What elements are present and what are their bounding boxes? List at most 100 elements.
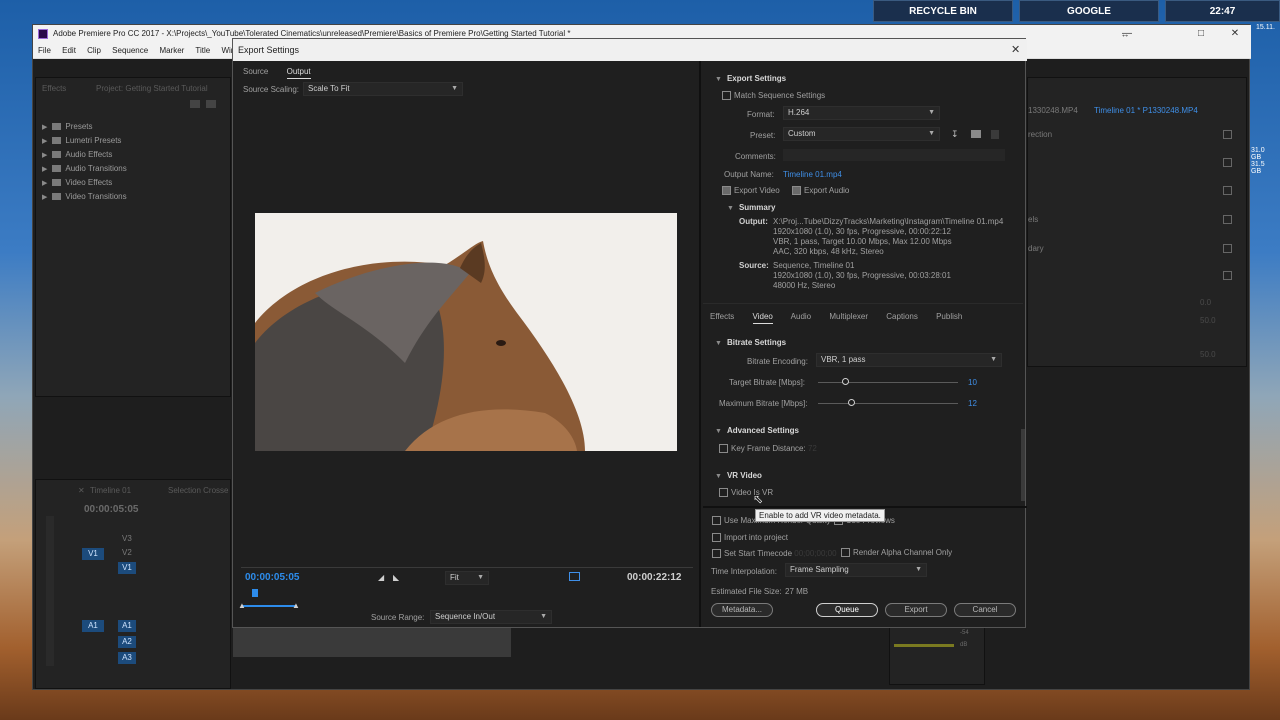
save-preset-icon[interactable]: ↧ <box>951 129 959 140</box>
track-v3[interactable]: V3 <box>122 534 132 543</box>
key-frame-checkbox[interactable] <box>719 444 728 454</box>
project-tab[interactable]: Project: Getting Started Tutorial <box>96 84 208 93</box>
bitrate-settings-header[interactable]: ▼ Bitrate Settings <box>715 338 786 347</box>
tree-item-video-transitions[interactable]: ▶ Video Transitions <box>42 190 127 204</box>
render-alpha-setting[interactable]: Render Alpha Channel Only <box>841 548 952 558</box>
tree-item-audio-transitions[interactable]: ▶ Audio Transitions <box>42 162 127 176</box>
menu-marker[interactable]: Marker <box>159 46 184 55</box>
dialog-close-icon[interactable]: ✕ <box>1011 43 1020 56</box>
tree-item-lumetri-presets[interactable]: ▶ Lumetri Presets <box>42 134 127 148</box>
match-sequence-checkbox[interactable] <box>722 91 731 101</box>
right-checkbox[interactable] <box>1223 215 1232 224</box>
right-checkbox[interactable] <box>1223 158 1232 167</box>
aspect-ratio-icon[interactable] <box>569 572 580 581</box>
export-button[interactable]: Export <box>885 603 947 617</box>
source-track-v1[interactable]: V1 <box>82 548 104 560</box>
time-interpolation-dropdown[interactable]: Frame Sampling ▼ <box>785 563 927 577</box>
target-bitrate-knob[interactable] <box>842 378 849 385</box>
google-shortcut[interactable]: GOOGLE <box>1019 0 1159 22</box>
cancel-button[interactable]: Cancel <box>954 603 1016 617</box>
import-into-project-setting[interactable]: Import into project <box>712 533 788 543</box>
menu-file[interactable]: File <box>38 46 51 55</box>
target-bitrate-slider[interactable] <box>818 382 958 383</box>
settings-scrollbar[interactable] <box>1021 429 1025 501</box>
bitrate-encoding-dropdown[interactable]: VBR, 1 pass ▼ <box>816 353 1002 367</box>
comments-input[interactable] <box>783 149 1005 161</box>
export-audio-setting[interactable]: Export Audio <box>792 186 849 196</box>
vr-video-header[interactable]: ▼ VR Video <box>715 471 762 480</box>
current-time[interactable]: 00:00:05:05 <box>245 572 299 583</box>
right-checkbox[interactable] <box>1223 186 1232 195</box>
render-alpha-checkbox[interactable] <box>841 548 850 558</box>
fit-dropdown[interactable]: Fit ▼ <box>445 571 489 585</box>
source-scaling-dropdown[interactable]: Scale To Fit ▼ <box>303 82 463 96</box>
tab-audio[interactable]: Audio <box>791 312 811 321</box>
tree-item-audio-effects[interactable]: ▶ Audio Effects <box>42 148 127 162</box>
target-bitrate-value[interactable]: 10 <box>968 378 977 387</box>
new-bin-icon[interactable] <box>190 100 200 108</box>
export-settings-header[interactable]: ▼ Export Settings <box>715 74 786 83</box>
max-bitrate-knob[interactable] <box>848 399 855 406</box>
export-video-checkbox[interactable] <box>722 186 731 196</box>
preset-dropdown[interactable]: Custom ▼ <box>783 127 940 141</box>
menu-edit[interactable]: Edit <box>62 46 76 55</box>
out-point-marker-icon[interactable]: ▲ <box>292 601 300 610</box>
work-area-bar[interactable] <box>241 605 297 607</box>
timeline-close-icon[interactable]: ✕ <box>78 486 85 495</box>
in-point-marker-icon[interactable]: ▲ <box>238 601 246 610</box>
tree-item-presets[interactable]: ▶ Presets <box>42 120 127 134</box>
right-checkbox[interactable] <box>1223 244 1232 253</box>
tab-captions[interactable]: Captions <box>886 312 918 321</box>
max-bitrate-value[interactable]: 12 <box>968 399 977 408</box>
tab-source[interactable]: Source <box>243 67 268 76</box>
menu-sequence[interactable]: Sequence <box>112 46 148 55</box>
summary-header[interactable]: ▼ Summary <box>727 203 775 212</box>
metadata-button[interactable]: Metadata... <box>711 603 773 617</box>
use-max-render-checkbox[interactable] <box>712 516 721 526</box>
advanced-settings-header[interactable]: ▼ Advanced Settings <box>715 426 799 435</box>
format-dropdown[interactable]: H.264 ▼ <box>783 106 940 120</box>
video-is-vr-checkbox[interactable] <box>719 488 728 498</box>
right-checkbox[interactable] <box>1223 271 1232 280</box>
set-in-point-icon[interactable]: ◢ <box>378 573 384 582</box>
track-v2[interactable]: V2 <box>122 548 132 557</box>
close-window-icon[interactable]: ✕ <box>1219 25 1251 43</box>
tab-publish[interactable]: Publish <box>936 312 962 321</box>
match-sequence-setting[interactable]: Match Sequence Settings <box>722 91 825 101</box>
selection-tab[interactable]: Selection Crosse <box>168 486 228 495</box>
import-preset-icon[interactable] <box>971 130 981 138</box>
source-track-a1[interactable]: A1 <box>82 620 104 632</box>
effect-controls-tab[interactable]: Timeline 01 * P1330248.MP4 <box>1094 106 1198 115</box>
menu-clip[interactable]: Clip <box>87 46 101 55</box>
right-checkbox[interactable] <box>1223 130 1232 139</box>
tree-item-video-effects[interactable]: ▶ Video Effects <box>42 176 127 190</box>
panel-divider[interactable] <box>699 61 701 627</box>
tab-video[interactable]: Video <box>752 312 773 324</box>
source-range-dropdown[interactable]: Sequence In/Out ▼ <box>430 610 552 624</box>
playhead[interactable] <box>252 589 258 597</box>
delete-preset-icon[interactable] <box>991 130 999 139</box>
track-v1[interactable]: V1 <box>118 562 136 574</box>
queue-button[interactable]: Queue <box>816 603 878 617</box>
timeline-tab[interactable]: Timeline 01 <box>90 486 131 495</box>
tab-effects[interactable]: Effects <box>710 312 734 321</box>
key-frame-distance-setting[interactable]: Key Frame Distance: 72 <box>719 444 817 454</box>
track-a1[interactable]: A1 <box>118 620 136 632</box>
set-start-timecode-checkbox[interactable] <box>712 549 721 559</box>
set-start-timecode-setting[interactable]: Set Start Timecode 00;00;00;00 <box>712 549 837 559</box>
export-audio-checkbox[interactable] <box>792 186 801 196</box>
track-a3[interactable]: A3 <box>118 652 136 664</box>
effects-tab[interactable]: Effects <box>42 84 66 93</box>
maximize-icon[interactable]: □ <box>1185 25 1217 43</box>
tab-output[interactable]: Output <box>286 67 311 79</box>
output-name-link[interactable]: Timeline 01.mp4 <box>783 170 842 179</box>
video-is-vr-setting[interactable]: Video Is VR <box>719 488 773 498</box>
recycle-bin-shortcut[interactable]: RECYCLE BIN <box>873 0 1013 22</box>
new-preset-icon[interactable] <box>206 100 216 108</box>
max-bitrate-slider[interactable] <box>818 403 958 404</box>
menu-title[interactable]: Title <box>195 46 210 55</box>
tab-multiplexer[interactable]: Multiplexer <box>829 312 868 321</box>
set-out-point-icon[interactable]: ◣ <box>393 573 399 582</box>
export-video-setting[interactable]: Export Video <box>722 186 780 196</box>
import-into-project-checkbox[interactable] <box>712 533 721 543</box>
